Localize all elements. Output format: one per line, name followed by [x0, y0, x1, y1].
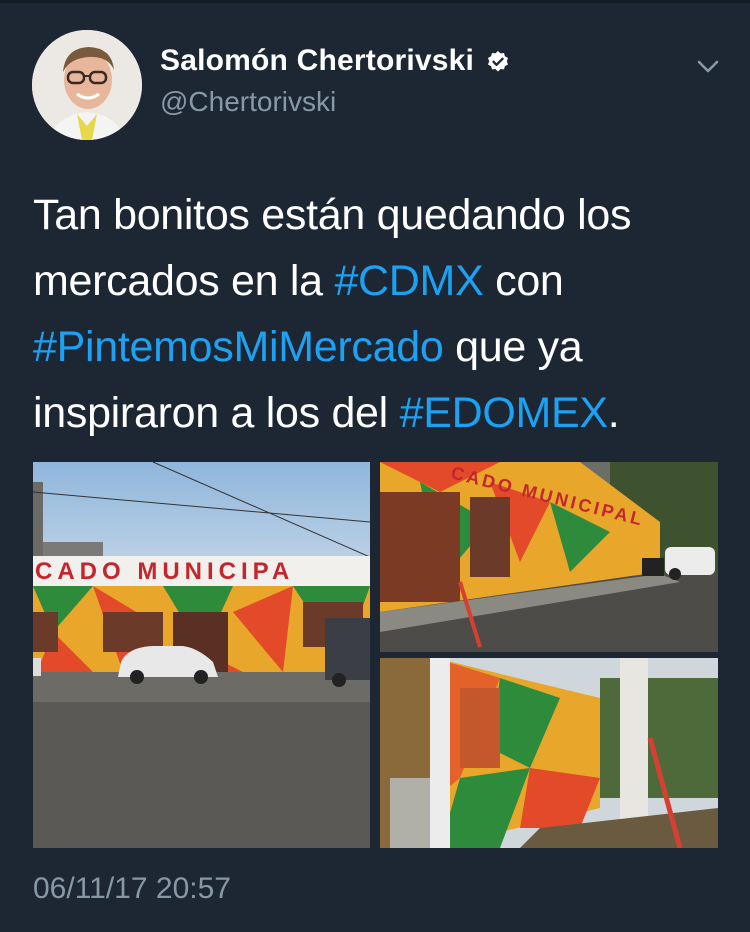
profile-photo-icon — [32, 30, 142, 140]
market-facade-photo-icon: CADO MUNICIPA — [33, 462, 370, 848]
market-side-photo-icon — [380, 658, 718, 848]
market-sign-text: CADO MUNICIPA — [35, 558, 294, 585]
avatar[interactable] — [32, 30, 142, 140]
hashtag-cdmx[interactable]: #CDMX — [334, 257, 483, 305]
author-handle[interactable]: @Chertorivski — [160, 86, 336, 118]
tweet-photo-1[interactable]: CADO MUNICIPA — [33, 462, 370, 848]
tweet-photo-3[interactable] — [380, 658, 718, 848]
tweet-text-segment: con — [483, 257, 564, 305]
tweet-text-segment: . — [607, 389, 620, 437]
hashtag-edomex[interactable]: #EDOMEX — [400, 389, 608, 437]
tweet-text: Tan bonitos están quedando los mercados … — [33, 182, 723, 446]
author-name[interactable]: Salomón Chertorivski — [160, 44, 474, 78]
tweet-photo-2[interactable]: CADO MUNICIPAL — [380, 462, 718, 652]
verified-badge-icon — [488, 51, 509, 72]
market-street-photo-icon: CADO MUNICIPAL — [380, 462, 718, 652]
top-divider — [0, 0, 750, 3]
tweet-timestamp[interactable]: 06/11/17 20:57 — [33, 872, 231, 906]
hashtag-pintemosmimercado[interactable]: #PintemosMiMercado — [33, 323, 444, 371]
author-row: Salomón Chertorivski — [160, 44, 510, 78]
chevron-down-icon[interactable] — [694, 52, 722, 80]
